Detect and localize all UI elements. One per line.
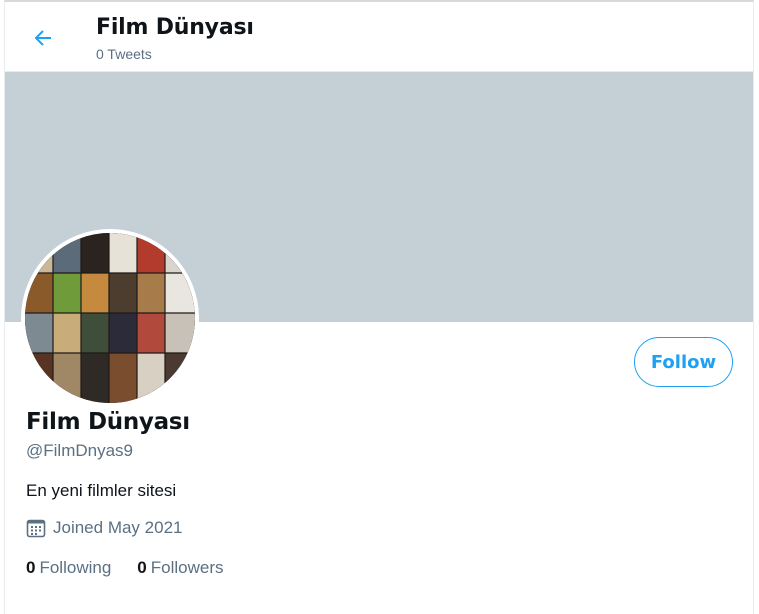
following-label: Following [39,558,112,577]
profile-header: Film Dünyası 0 Tweets [5,2,753,72]
following-count: 0 [26,558,36,577]
back-button[interactable] [27,22,59,54]
profile-handle: @FilmDnyas9 [26,441,133,460]
header-title: Film Dünyası [96,15,254,40]
joined-date: Joined May 2021 [26,518,182,538]
profile-name: Film Dünyası [26,409,190,435]
follow-stats: 0 Following 0 Followers [26,558,224,578]
followers-count: 0 [137,558,147,577]
profile-bio: En yeni filmler sitesi [26,481,177,500]
avatar[interactable] [21,229,199,407]
movie-poster-collage-image [25,233,195,403]
profile-page: Film Dünyası 0 Tweets Follow Film Dünyas… [4,0,754,614]
arrow-left-icon [34,30,51,46]
joined-label: Joined May 2021 [53,518,183,537]
following-link[interactable]: 0 Following [26,558,111,578]
calendar-icon [26,519,46,538]
followers-link[interactable]: 0 Followers [137,558,223,578]
followers-label: Followers [150,558,224,577]
tweet-count: 0 Tweets [96,46,152,62]
follow-button[interactable]: Follow [634,337,733,387]
